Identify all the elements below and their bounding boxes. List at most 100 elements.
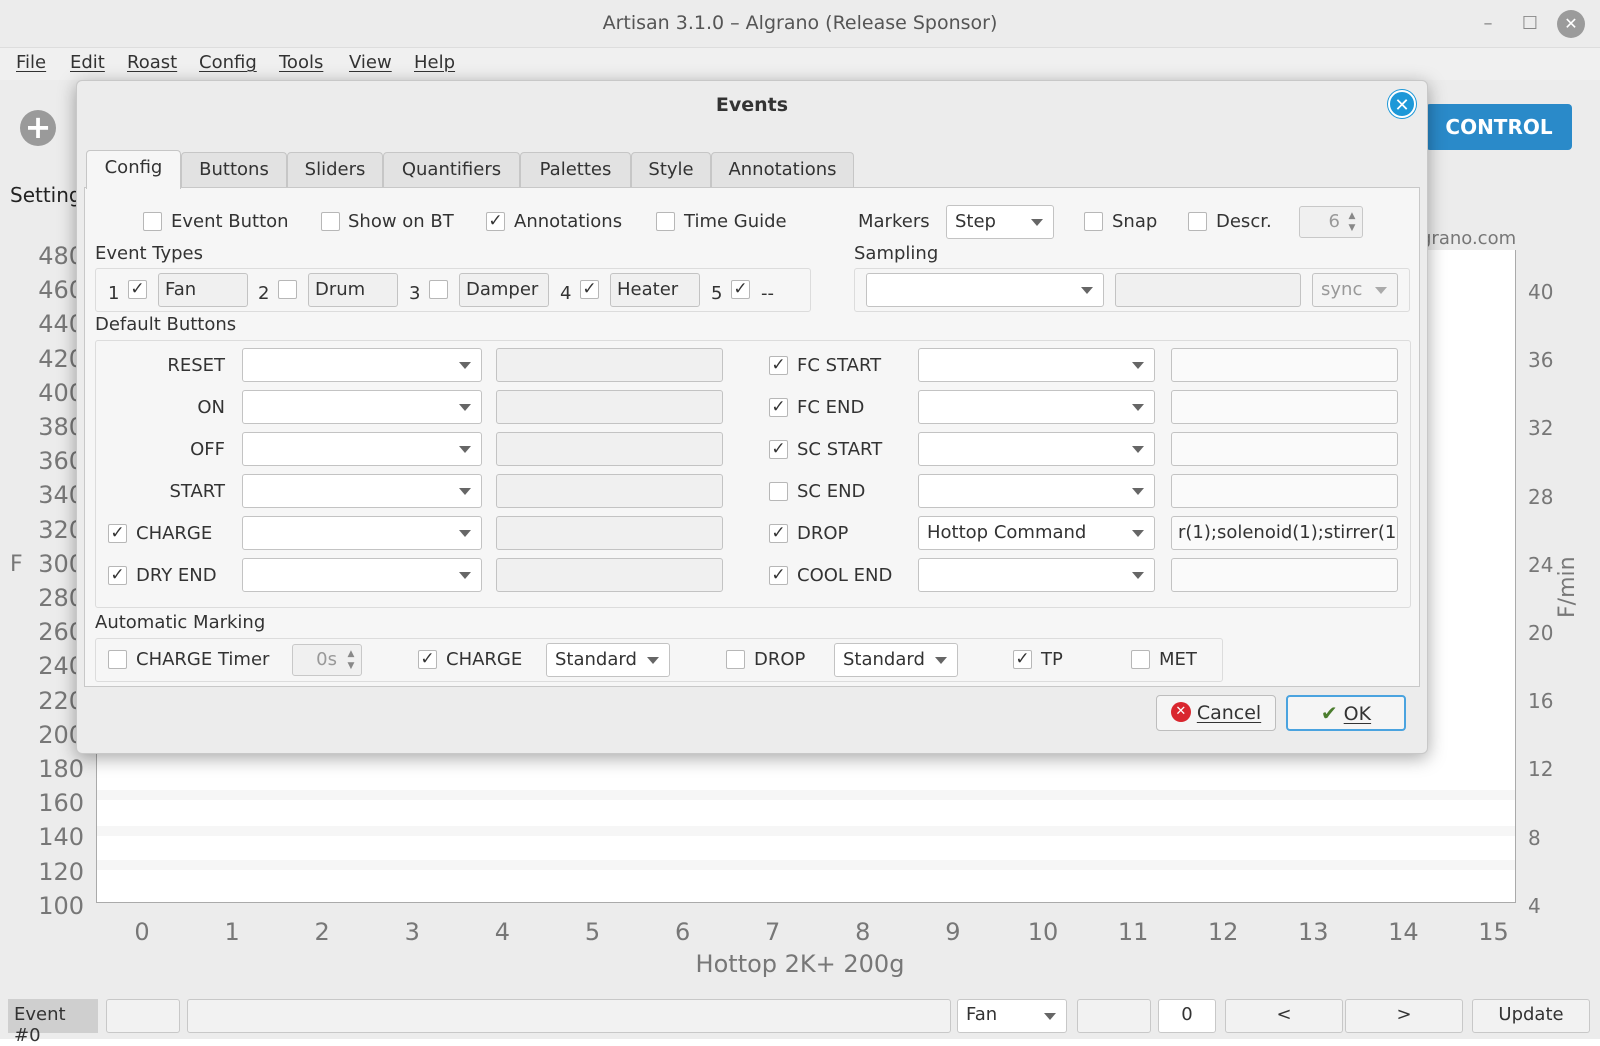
sampling-sync-select[interactable]: sync [1312, 273, 1398, 307]
default-cool-end-checkbox[interactable] [769, 566, 788, 585]
default-cool-end-command-select[interactable] [918, 558, 1155, 592]
menu-edit[interactable]: Edit [70, 52, 105, 73]
tab-annotations[interactable]: Annotations [711, 152, 854, 188]
tab-palettes[interactable]: Palettes [520, 152, 631, 188]
default-sc-start-checkbox[interactable] [769, 440, 788, 459]
tab-config[interactable]: Config [86, 150, 181, 189]
menu-roast[interactable]: Roast [127, 52, 177, 73]
event-type-4-name-field[interactable]: Heater [610, 273, 700, 307]
default-charge-checkbox[interactable] [108, 524, 127, 543]
time-guide-checkbox[interactable] [656, 212, 675, 231]
dialog-close-icon[interactable]: ✕ [1388, 90, 1416, 118]
default-sc-start-command-select[interactable] [918, 432, 1155, 466]
event-type-4-checkbox[interactable] [580, 280, 599, 299]
auto-drop-mode-select[interactable]: Standard [834, 643, 958, 677]
default-sc-start-value-field[interactable] [1171, 432, 1398, 466]
plot-axis-bottom [96, 902, 1516, 903]
menu-config[interactable]: Config [199, 52, 257, 73]
window-close-icon[interactable]: ✕ [1557, 10, 1585, 38]
ok-button[interactable]: ✔ OK [1286, 695, 1406, 731]
default-start-value-field[interactable] [496, 474, 723, 508]
maximize-icon[interactable]: ☐ [1516, 10, 1544, 38]
menu-tools[interactable]: Tools [279, 52, 323, 73]
default-sc-end-command-select[interactable] [918, 474, 1155, 508]
update-event-button[interactable]: Update [1472, 999, 1590, 1033]
default-button-label: RESET [167, 355, 225, 376]
menu-file[interactable]: File [16, 52, 46, 73]
default-drop-value-field[interactable]: r(1);solenoid(1);stirrer(1) [1171, 516, 1398, 550]
prev-event-button[interactable]: < [1225, 999, 1343, 1033]
x-tick-label: 3 [404, 918, 420, 946]
default-off-command-select[interactable] [242, 432, 482, 466]
tab-quantifiers[interactable]: Quantifiers [383, 152, 520, 188]
default-reset-value-field[interactable] [496, 348, 723, 382]
chevron-down-icon [647, 657, 659, 664]
event-type-3-checkbox[interactable] [429, 280, 448, 299]
menu-view[interactable]: View [349, 52, 392, 73]
tab-sliders[interactable]: Sliders [287, 152, 383, 188]
default-charge-value-field[interactable] [496, 516, 723, 550]
default-cool-end-value-field[interactable] [1171, 558, 1398, 592]
default-drop-checkbox[interactable] [769, 524, 788, 543]
event-type-3-name-field[interactable]: Damper [459, 273, 549, 307]
descr-length-spinner[interactable]: 6 ▲ ▼ [1299, 206, 1363, 238]
default-drop-command-select[interactable]: Hottop Command [918, 516, 1155, 550]
default-off-value-field[interactable] [496, 432, 723, 466]
menu-help[interactable]: Help [414, 52, 455, 73]
cancel-button[interactable]: ✕ Cancel [1156, 695, 1276, 731]
default-charge-command-select[interactable] [242, 516, 482, 550]
default-start-command-select[interactable] [242, 474, 482, 508]
event-type-2-checkbox[interactable] [278, 280, 297, 299]
tp-checkbox[interactable] [1013, 650, 1032, 669]
control-button[interactable]: CONTROL [1426, 104, 1572, 150]
minimize-icon[interactable]: – [1474, 10, 1502, 38]
event-description-field[interactable] [187, 999, 951, 1033]
default-fc-end-command-select[interactable] [918, 390, 1155, 424]
tab-style[interactable]: Style [631, 152, 711, 188]
descr-checkbox[interactable] [1188, 212, 1207, 231]
met-checkbox[interactable] [1131, 650, 1150, 669]
default-fc-start-value-field[interactable] [1171, 348, 1398, 382]
event-type-2-name-field[interactable]: Drum [308, 273, 398, 307]
snap-checkbox[interactable] [1084, 212, 1103, 231]
auto-charge-checkbox[interactable] [418, 650, 437, 669]
default-fc-start-command-select[interactable] [918, 348, 1155, 382]
event-time-field[interactable] [106, 999, 180, 1033]
default-dry-end-checkbox[interactable] [108, 566, 127, 585]
charge-timer-spinner[interactable]: 0s ▲ ▼ [292, 644, 362, 676]
event-type-select[interactable]: Fan [957, 999, 1067, 1033]
default-on-value-field[interactable] [496, 390, 723, 424]
event-value-spinner[interactable]: 0 [1158, 999, 1216, 1033]
default-sc-end-checkbox[interactable] [769, 482, 788, 501]
auto-drop-checkbox[interactable] [726, 650, 745, 669]
annotations-checkbox[interactable] [486, 212, 505, 231]
event-value-field[interactable] [1077, 999, 1151, 1033]
chevron-down-icon [459, 362, 471, 369]
default-dry-end-value-field[interactable] [496, 558, 723, 592]
event-button-checkbox[interactable] [143, 212, 162, 231]
default-fc-end-value-field[interactable] [1171, 390, 1398, 424]
sampling-field[interactable] [1115, 273, 1301, 307]
event-type-1-checkbox[interactable] [128, 280, 147, 299]
charge-timer-checkbox[interactable] [108, 650, 127, 669]
default-sc-end-value-field[interactable] [1171, 474, 1398, 508]
add-icon[interactable]: + [20, 110, 56, 146]
show-on-bt-checkbox[interactable] [321, 212, 340, 231]
sampling-select[interactable] [866, 273, 1104, 307]
event-type-1-name-field[interactable]: Fan [158, 273, 248, 307]
default-reset-command-select[interactable] [242, 348, 482, 382]
default-fc-start-checkbox[interactable] [769, 356, 788, 375]
default-fc-end-checkbox[interactable] [769, 398, 788, 417]
y2-tick-label: 32 [1528, 416, 1554, 441]
default-dry-end-command-select[interactable] [242, 558, 482, 592]
default-on-command-select[interactable] [242, 390, 482, 424]
spinner-arrows-icon[interactable]: ▲ ▼ [344, 648, 358, 672]
tab-buttons[interactable]: Buttons [181, 152, 287, 188]
event-type-5-checkbox[interactable] [731, 280, 750, 299]
descr-label: Descr. [1216, 211, 1272, 232]
auto-charge-mode-select[interactable]: Standard [546, 643, 670, 677]
next-event-button[interactable]: > [1345, 999, 1463, 1033]
chevron-down-icon [1031, 219, 1043, 226]
spinner-arrows-icon[interactable]: ▲ ▼ [1345, 210, 1359, 234]
markers-select[interactable]: Step [946, 205, 1054, 239]
